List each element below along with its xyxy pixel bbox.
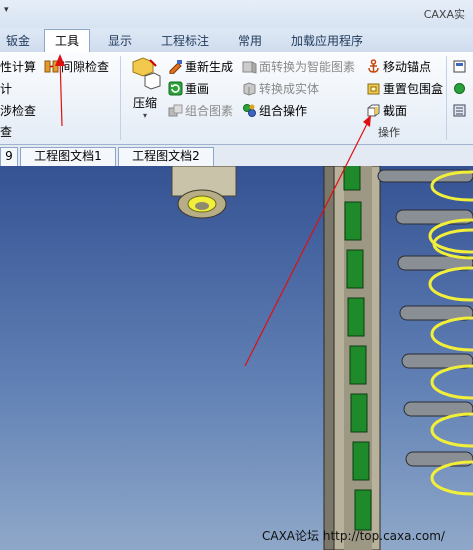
red-arrow-to-tools-tab bbox=[55, 54, 65, 127]
red-arrow-to-section-button bbox=[244, 115, 371, 367]
annotation-arrows bbox=[55, 54, 371, 367]
forum-watermark: CAXA论坛 http://top.caxa.com/ bbox=[262, 529, 445, 543]
